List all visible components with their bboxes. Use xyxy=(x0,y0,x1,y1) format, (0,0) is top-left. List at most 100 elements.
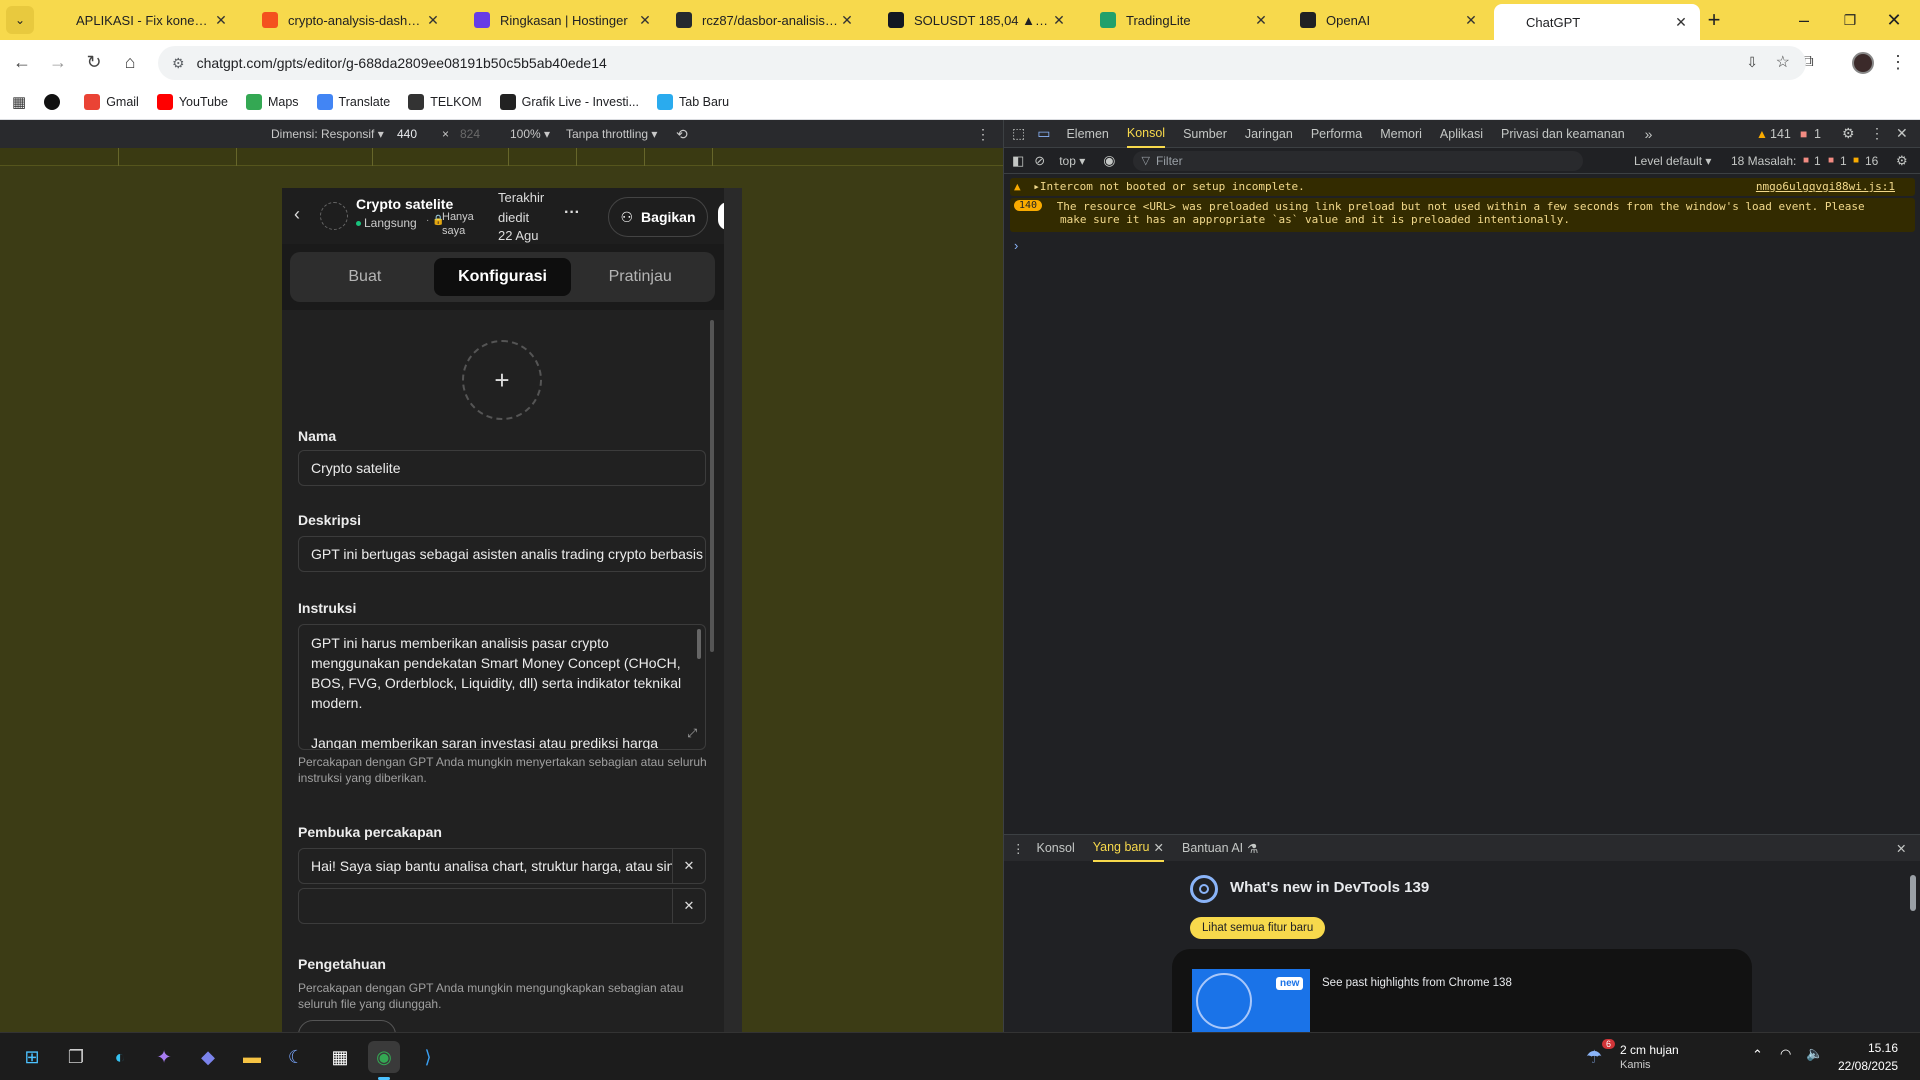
close-devtools-icon[interactable]: ✕ xyxy=(1896,125,1908,142)
install-app-icon[interactable]: ⇩ xyxy=(1746,54,1758,71)
form-scrollbar[interactable] xyxy=(710,320,714,652)
bookmark-item[interactable]: Maps xyxy=(245,93,299,110)
tab-search-icon[interactable]: ⌄ xyxy=(6,6,34,34)
edge-icon[interactable]: ◐ xyxy=(104,1041,136,1073)
minimize-icon[interactable]: – xyxy=(1790,6,1818,34)
weather-widget[interactable]: ☂ 6 2 cm hujan Kamis xyxy=(1586,1037,1746,1077)
starter-field-1[interactable]: Hai! Saya siap bantu analisa chart, stru… xyxy=(298,848,673,884)
browser-tab[interactable]: OpenAI ✕ xyxy=(1290,4,1490,36)
browser-tab[interactable]: crypto-analysis-dashboard✕ xyxy=(252,4,452,36)
upload-avatar-button[interactable]: + xyxy=(462,340,542,420)
console-prompt[interactable]: › xyxy=(1014,238,1018,253)
devtools-tab[interactable]: Privasi dan keamanan xyxy=(1501,120,1625,148)
clear-console-icon[interactable]: ⊘ xyxy=(1034,153,1045,169)
drawer-tab-bantuan-ai[interactable]: Bantuan AI ⚗ xyxy=(1182,834,1258,862)
highlight-card[interactable]: new See past highlights from Chrome 138 xyxy=(1172,949,1752,1033)
bookmark-star-icon[interactable]: ☆ xyxy=(1776,52,1790,72)
share-button[interactable]: ⚇ Bagikan xyxy=(608,197,708,237)
device-toggle-icon[interactable]: ▭ xyxy=(1037,125,1050,142)
error-count[interactable]: 1 xyxy=(1814,127,1821,141)
remove-starter-1-button[interactable]: ✕ xyxy=(672,848,706,884)
warning-count[interactable]: 141 xyxy=(1770,127,1791,141)
tab-close-icon[interactable]: ✕ xyxy=(1672,14,1690,31)
error-icon[interactable]: ■ xyxy=(1800,127,1807,141)
inspect-icon[interactable]: ⬚ xyxy=(1012,125,1025,142)
bookmark-item[interactable]: Tab Baru xyxy=(657,93,729,110)
back-chevron-icon[interactable]: ‹ xyxy=(294,204,300,225)
browser-tab[interactable]: TradingLite ✕ xyxy=(1090,4,1280,36)
chrome-menu-icon[interactable]: ⋮ xyxy=(1884,48,1912,76)
devtools-tab[interactable]: Elemen xyxy=(1066,120,1108,148)
gpt-avatar[interactable] xyxy=(320,202,348,230)
starter-field-2[interactable] xyxy=(298,888,673,924)
console-settings-icon[interactable]: ⚙ xyxy=(1896,153,1908,169)
expand-icon[interactable]: ⤢ xyxy=(687,723,697,743)
restore-icon[interactable]: ❐ xyxy=(1836,6,1864,34)
clock-date[interactable]: 22/08/2025 xyxy=(1838,1059,1898,1073)
name-field[interactable]: Crypto satelite xyxy=(298,450,706,486)
bookmark-item[interactable]: Gmail xyxy=(84,93,139,110)
tab-close-icon[interactable]: ✕ xyxy=(636,12,654,29)
sidebar-toggle-icon[interactable]: ◧ xyxy=(1012,153,1024,169)
devtools-menu-icon[interactable]: ⋮ xyxy=(1870,125,1884,142)
devtools-tab[interactable]: Performa xyxy=(1311,120,1362,148)
teams-icon[interactable]: ◆ xyxy=(192,1041,224,1073)
tab-close-icon[interactable]: ✕ xyxy=(1050,12,1068,29)
warning-icon[interactable]: ▲ xyxy=(1756,127,1768,141)
tab-pratinjau[interactable]: Pratinjau xyxy=(571,258,709,296)
file-explorer-icon[interactable]: ▬ xyxy=(236,1041,268,1073)
more-tabs-icon[interactable]: » xyxy=(1645,126,1653,142)
height-input[interactable]: 824 xyxy=(460,127,480,141)
upload-files-button[interactable] xyxy=(298,1020,396,1032)
start-windows-icon[interactable]: ⊞ xyxy=(16,1041,48,1073)
tab-buat[interactable]: Buat xyxy=(296,258,434,296)
devtools-tab[interactable]: Sumber xyxy=(1183,120,1227,148)
tab-close-icon[interactable]: ✕ xyxy=(212,12,230,29)
instructions-textarea[interactable]: GPT ini harus memberikan analisis pasar … xyxy=(298,624,706,750)
back-icon[interactable]: ← xyxy=(8,48,36,76)
tab-close-icon[interactable]: ✕ xyxy=(1252,12,1270,29)
console-warning-1[interactable]: ▲ ▸Intercom not booted or setup incomple… xyxy=(1010,178,1915,196)
textarea-scrollbar[interactable] xyxy=(697,629,701,659)
browser-tab[interactable]: rcz87/dasbor-analisis-krip ✕ xyxy=(666,4,866,36)
level-select[interactable]: Level default ▾ xyxy=(1634,154,1711,168)
close-window-icon[interactable]: ✕ xyxy=(1880,6,1908,34)
devtools-tab[interactable]: Jaringan xyxy=(1245,120,1293,148)
moon-app-icon[interactable]: ☾ xyxy=(280,1041,312,1073)
dimension-select[interactable]: Dimensi: Responsif ▾ xyxy=(271,127,384,141)
browser-tab[interactable]: SOLUSDT 185,04 ▲ +2.63✕ xyxy=(878,4,1078,36)
throttle-select[interactable]: Tanpa throttling ▾ xyxy=(566,127,657,141)
task-view-icon[interactable]: ❐ xyxy=(60,1041,92,1073)
browser-tab[interactable]: ChatGPT ✕ xyxy=(1494,4,1700,40)
device-more-icon[interactable]: ⋮ xyxy=(976,126,990,143)
bookmark-item[interactable]: Grafik Live - Investi... xyxy=(499,93,639,110)
copilot-icon[interactable]: ✦ xyxy=(148,1041,180,1073)
tray-chevron-icon[interactable]: ⌃ xyxy=(1752,1047,1763,1063)
profile-avatar[interactable] xyxy=(1852,52,1874,74)
browser-tab[interactable]: Ringkasan | Hostinger ✕ xyxy=(464,4,664,36)
bookmark-item[interactable]: Translate xyxy=(316,93,390,110)
filter-input[interactable]: ▽ Filter xyxy=(1133,150,1584,171)
new-tab-icon[interactable]: + xyxy=(1700,6,1728,34)
store-icon[interactable]: ▦ xyxy=(324,1041,356,1073)
address-bar[interactable]: ⚙ chatgpt.com/gpts/editor/g-688da2809ee0… xyxy=(158,46,1806,80)
drawer-tab-konsol[interactable]: Konsol xyxy=(1037,834,1075,862)
see-all-features-button[interactable]: Lihat semua fitur baru xyxy=(1190,917,1326,939)
volume-icon[interactable]: 🔈 xyxy=(1806,1045,1823,1062)
browser-tab[interactable]: APLIKASI - Fix koneksi Pos✕ xyxy=(40,4,240,36)
width-input[interactable]: 440 xyxy=(397,127,437,141)
tab-close-icon[interactable]: ✕ xyxy=(1462,12,1480,29)
close-drawer-icon[interactable]: ✕ xyxy=(1896,841,1906,856)
issues-label[interactable]: 18 Masalah: xyxy=(1731,154,1796,168)
clock-time[interactable]: 15.16 xyxy=(1868,1041,1898,1055)
site-info-icon[interactable]: ⚙ xyxy=(172,55,185,72)
settings-gear-icon[interactable]: ⚙ xyxy=(1842,125,1855,142)
rotate-icon[interactable]: ⟲ xyxy=(676,126,688,143)
close-tab-icon[interactable]: ✕ xyxy=(1154,840,1164,855)
drawer-tab-yang-baru[interactable]: Yang baru ✕ xyxy=(1092,834,1164,862)
devtools-tab[interactable]: Memori xyxy=(1380,120,1422,148)
more-options-icon[interactable]: ··· xyxy=(564,204,580,222)
bookmark-item[interactable] xyxy=(44,93,66,110)
tab-close-icon[interactable]: ✕ xyxy=(424,12,442,29)
devtools-tab[interactable]: Aplikasi xyxy=(1440,120,1483,148)
